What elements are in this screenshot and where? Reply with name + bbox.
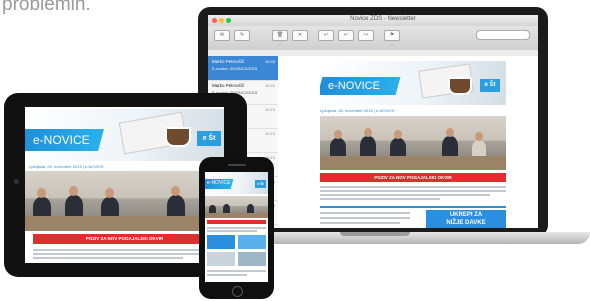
tablet-screen: e-NOVICE e Št Ljubljana, 26. november 20… — [25, 107, 224, 263]
thumbnail-image — [238, 252, 266, 266]
red-banner: POZIV ZA NOV POGAJALSKI OKVIR — [33, 234, 216, 244]
coffee-cup-image — [448, 77, 472, 95]
message-viewer: e-NOVICE e Št Ljubljana, 26. november 20… — [278, 56, 538, 228]
tablet-camera — [14, 179, 19, 184]
get-mail-button[interactable]: ✉ — [214, 30, 230, 41]
search-input[interactable] — [476, 30, 530, 40]
meeting-photo — [320, 116, 506, 170]
junk-button[interactable]: ✕ — [292, 30, 308, 41]
message-sender: Marko Petrovčič — [212, 83, 245, 88]
phone-screen: e-NOVICE e Št — [205, 172, 268, 282]
message-time: 10:33 — [264, 59, 275, 64]
newsletter-date: Ljubljana, 26. november 2015 | e-NOVICE — [29, 164, 104, 169]
issue-badge: e Št — [255, 180, 266, 188]
issue-badge: e Št — [197, 131, 221, 146]
newsletter-date: Ljubljana, 26. november 2015 | e-NOVICE — [320, 108, 395, 113]
newsletter-logo: e-NOVICE — [207, 180, 231, 186]
thumbnail-image — [207, 252, 235, 266]
newsletter-header: e-NOVICE e Št — [25, 109, 224, 161]
promo-line-1: UKREPI ZA — [449, 212, 483, 218]
promo-tile[interactable] — [238, 235, 266, 249]
phone-speaker — [228, 164, 246, 166]
minimize-window-button[interactable] — [219, 18, 224, 23]
meeting-photo — [25, 171, 224, 231]
newsletter-logo: e-NOVICE — [328, 80, 380, 92]
laptop-notch — [340, 232, 410, 236]
phone-home-button[interactable] — [232, 286, 243, 297]
message-time: 10:19 — [264, 107, 275, 112]
delete-button[interactable]: 🗑 — [272, 30, 288, 41]
message-time: 10:12 — [264, 131, 275, 136]
newsletter-logo: e-NOVICE — [33, 133, 90, 147]
promo-box[interactable]: UKREPI ZA NIŽJE DAVKE — [426, 210, 506, 228]
newsletter-header: e-NOVICE e Št — [205, 172, 268, 194]
flag-button[interactable]: ⚑ — [384, 30, 400, 41]
compose-button[interactable]: ✎ — [234, 30, 250, 41]
zoom-window-button[interactable] — [226, 18, 231, 23]
message-time: 10:21 — [264, 83, 275, 88]
coffee-cup-image — [165, 127, 191, 147]
message-subject: E-novice: ZDS/NCZ/2015 — [212, 66, 258, 71]
window-titlebar: Novice ZDS - Newsletter — [208, 15, 538, 26]
issue-badge: e Št — [480, 79, 500, 92]
promo-tile[interactable] — [207, 235, 235, 249]
reply-all-button[interactable]: ↩ — [338, 30, 354, 41]
forward-button[interactable]: ↪ — [358, 30, 374, 41]
close-window-button[interactable] — [212, 18, 217, 23]
list-item[interactable]: Marko Petrovčič E-novice: ZDS/NCZ/2015 1… — [208, 56, 278, 81]
meeting-photo — [205, 196, 268, 218]
message-sender: Marko Petrovčič — [212, 59, 245, 64]
newsletter-header: e-NOVICE e Št — [320, 61, 506, 105]
mail-toolbar: ✉ ✎ 🗑 ✕ ↩ ↩ ↪ ⚑ — [208, 26, 538, 51]
intro-text: problemih. — [2, 0, 91, 15]
reply-button[interactable]: ↩ — [318, 30, 334, 41]
red-banner: POZIV ZA NOV POGAJALSKI OKVIR — [320, 173, 506, 182]
promo-line-2: NIŽJE DAVKE — [446, 220, 486, 226]
window-title: Novice ZDS - Newsletter — [350, 16, 416, 22]
red-banner — [207, 220, 266, 224]
